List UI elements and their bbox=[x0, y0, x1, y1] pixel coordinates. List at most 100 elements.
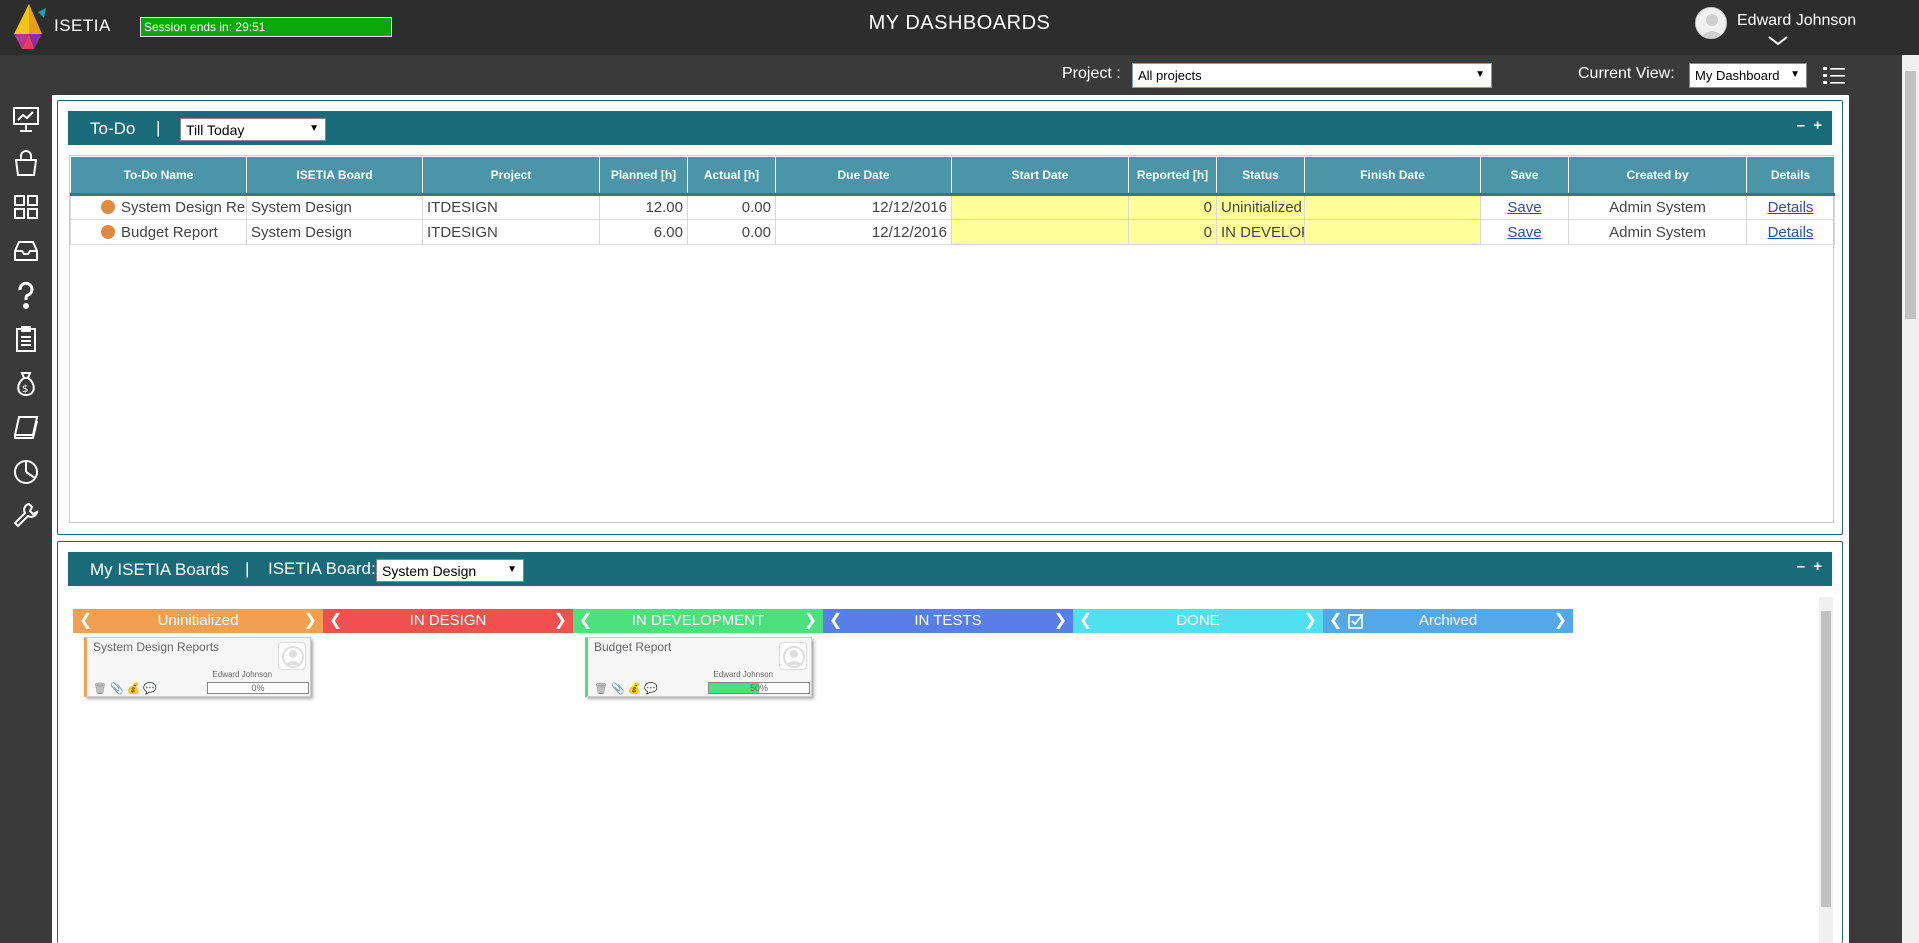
finish-date-input[interactable] bbox=[1304, 194, 1481, 220]
todo-name-cell: System Design Reports bbox=[70, 194, 247, 220]
reported-input[interactable]: 0 bbox=[1128, 219, 1217, 245]
page-scrollbar[interactable] bbox=[1902, 55, 1919, 943]
wrench-icon[interactable] bbox=[12, 501, 40, 529]
boards-collapse-expand-buttons[interactable]: – + bbox=[1797, 558, 1824, 575]
chevron-left-icon[interactable]: ❮ bbox=[1329, 609, 1342, 633]
trash-icon[interactable]: 🗑 bbox=[93, 683, 110, 695]
money-bag-icon[interactable]: 💰 bbox=[127, 683, 144, 695]
pie-chart-icon[interactable] bbox=[12, 457, 40, 485]
details-link[interactable]: Details bbox=[1768, 224, 1814, 241]
chevron-right-icon[interactable]: ❯ bbox=[1054, 609, 1067, 633]
board-scrollbar[interactable] bbox=[1819, 597, 1833, 943]
kanban-column-uninitialized[interactable]: ❮ Uninitialized ❯ bbox=[73, 609, 323, 633]
current-view-value: My Dashboard bbox=[1695, 68, 1780, 83]
column-header[interactable]: To-Do Name bbox=[70, 156, 247, 196]
finish-date-input[interactable] bbox=[1304, 219, 1481, 245]
column-label: DONE bbox=[1176, 612, 1220, 629]
planned-cell: 12.00 bbox=[599, 194, 688, 220]
chevron-right-icon[interactable]: ❯ bbox=[304, 609, 317, 633]
start-date-input[interactable] bbox=[951, 194, 1129, 220]
chevron-right-icon[interactable]: ❯ bbox=[1304, 609, 1317, 633]
table-row[interactable]: Budget Report System Design ITDESIGN 6.0… bbox=[70, 219, 1835, 245]
chevron-down-icon[interactable] bbox=[1766, 34, 1790, 48]
shopping-bag-icon[interactable] bbox=[12, 149, 40, 177]
current-view-select[interactable]: My Dashboard ▼ bbox=[1689, 63, 1807, 88]
presentation-icon[interactable] bbox=[12, 105, 40, 133]
card-avatar bbox=[278, 642, 306, 670]
column-header[interactable]: Finish Date bbox=[1304, 156, 1481, 196]
todo-name-cell: Budget Report bbox=[70, 219, 247, 245]
status-select[interactable]: Uninitialized bbox=[1216, 194, 1305, 220]
column-label: Archived bbox=[1418, 612, 1478, 629]
svg-text:$: $ bbox=[22, 384, 28, 395]
grid-icon[interactable] bbox=[12, 193, 40, 221]
status-dot-icon bbox=[101, 200, 115, 214]
created-by-cell: Admin System bbox=[1568, 194, 1747, 220]
column-header[interactable]: ISETIA Board bbox=[246, 156, 423, 196]
kanban-card[interactable]: Budget Report Edward Johnson 🗑📎💰💬 50% bbox=[585, 637, 812, 697]
card-user: Edward Johnson bbox=[713, 670, 773, 679]
column-header[interactable]: Details bbox=[1746, 156, 1835, 196]
kanban-column-in-development[interactable]: ❮ IN DEVELOPMENT ❯ bbox=[573, 609, 823, 633]
chevron-left-icon[interactable]: ❮ bbox=[329, 609, 342, 633]
kanban-card[interactable]: System Design Reports Edward Johnson 🗑📎💰… bbox=[84, 637, 311, 697]
inbox-icon[interactable] bbox=[12, 237, 40, 265]
save-cell: Save bbox=[1480, 219, 1569, 245]
chevron-left-icon[interactable]: ❮ bbox=[829, 609, 842, 633]
todo-filter-select[interactable]: Till Today ▼ bbox=[180, 118, 326, 141]
todo-collapse-expand-buttons[interactable]: – + bbox=[1797, 117, 1824, 134]
chevron-right-icon[interactable]: ❯ bbox=[1554, 609, 1567, 633]
save-link[interactable]: Save bbox=[1507, 199, 1541, 216]
details-link[interactable]: Details bbox=[1768, 199, 1814, 216]
paperclip-icon[interactable]: 📎 bbox=[611, 683, 628, 695]
column-header[interactable]: Reported [h] bbox=[1128, 156, 1217, 196]
project-cell: ITDESIGN bbox=[422, 219, 600, 245]
column-header[interactable]: Project bbox=[422, 156, 600, 196]
kanban-column-in-tests[interactable]: ❮ IN TESTS ❯ bbox=[823, 609, 1073, 633]
user-avatar[interactable] bbox=[1695, 7, 1727, 39]
board-select-value: System Design bbox=[382, 563, 477, 579]
list-view-icon[interactable] bbox=[1822, 64, 1846, 88]
dropdown-arrow-icon: ▼ bbox=[507, 564, 517, 575]
money-bag-icon[interactable]: 💰 bbox=[628, 683, 645, 695]
help-icon[interactable] bbox=[12, 281, 40, 309]
money-bag-icon[interactable]: $ bbox=[12, 369, 40, 397]
user-name[interactable]: Edward Johnson bbox=[1737, 12, 1856, 30]
save-link[interactable]: Save bbox=[1507, 224, 1541, 241]
comment-icon[interactable]: 💬 bbox=[143, 683, 160, 695]
project-select[interactable]: All projects ▼ bbox=[1132, 63, 1492, 88]
start-date-input[interactable] bbox=[951, 219, 1129, 245]
book-icon[interactable] bbox=[12, 413, 40, 441]
column-header[interactable]: Due Date bbox=[775, 156, 952, 196]
status-select[interactable]: IN DEVELOPMENT bbox=[1216, 219, 1305, 245]
kanban-column-done[interactable]: ❮ DONE ❯ bbox=[1073, 609, 1323, 633]
chevron-left-icon[interactable]: ❮ bbox=[79, 609, 92, 633]
top-bar: ISETIA Session ends in: 29:51 MY DASHBOA… bbox=[0, 0, 1919, 55]
kanban-column-in-design[interactable]: ❮ IN DESIGN ❯ bbox=[323, 609, 573, 633]
details-cell: Details bbox=[1746, 194, 1835, 220]
scrollbar-thumb[interactable] bbox=[1905, 71, 1916, 319]
column-header[interactable]: Start Date bbox=[951, 156, 1129, 196]
chevron-right-icon[interactable]: ❯ bbox=[554, 609, 567, 633]
todo-filter-value: Till Today bbox=[186, 122, 245, 138]
comment-icon[interactable]: 💬 bbox=[644, 683, 661, 695]
chevron-left-icon[interactable]: ❮ bbox=[579, 609, 592, 633]
column-header[interactable]: Save bbox=[1480, 156, 1569, 196]
table-row[interactable]: System Design Reports System Design ITDE… bbox=[70, 194, 1835, 220]
isetia-logo[interactable] bbox=[8, 4, 50, 50]
chevron-left-icon[interactable]: ❮ bbox=[1079, 609, 1092, 633]
kanban-column-archived[interactable]: ❮ Archived ❯ bbox=[1323, 609, 1573, 633]
clipboard-icon[interactable] bbox=[12, 325, 40, 353]
card-title: Budget Report bbox=[594, 640, 672, 654]
board-select[interactable]: System Design ▼ bbox=[376, 559, 524, 582]
reported-input[interactable]: 0 bbox=[1128, 194, 1217, 220]
column-header[interactable]: Status bbox=[1216, 156, 1305, 196]
column-header[interactable]: Created by bbox=[1568, 156, 1747, 196]
trash-icon[interactable]: 🗑 bbox=[594, 683, 611, 695]
column-header[interactable]: Planned [h] bbox=[599, 156, 688, 196]
chevron-right-icon[interactable]: ❯ bbox=[804, 609, 817, 633]
due-date-cell: 12/12/2016 bbox=[775, 219, 952, 245]
scrollbar-thumb[interactable] bbox=[1821, 611, 1831, 907]
column-header[interactable]: Actual [h] bbox=[687, 156, 776, 196]
paperclip-icon[interactable]: 📎 bbox=[110, 683, 127, 695]
